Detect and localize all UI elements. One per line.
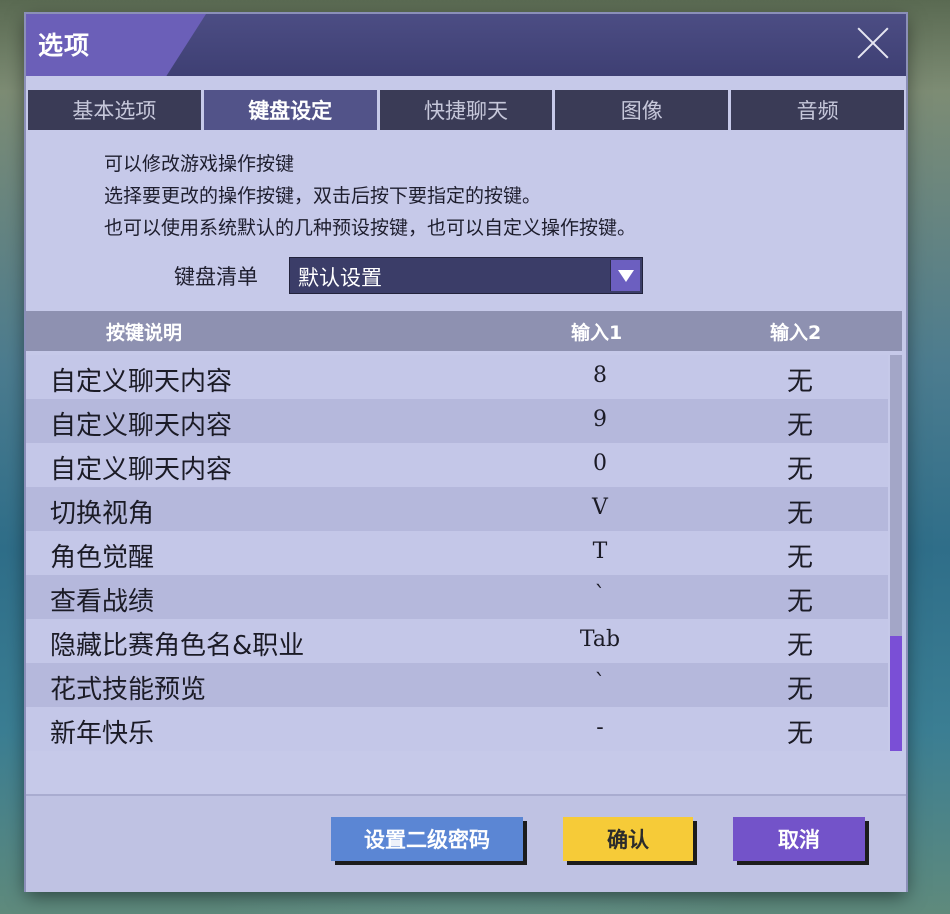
row-action: 切换视角 (50, 499, 155, 529)
row-input2[interactable]: 无 (700, 537, 900, 574)
window-title: 选项 (38, 31, 91, 60)
row-action: 角色觉醒 (50, 543, 155, 573)
row-input1[interactable]: Tab (500, 627, 700, 652)
table-row[interactable]: 切换视角 V 无 (26, 487, 888, 531)
row-input1[interactable]: ` (500, 671, 700, 696)
column-header-input1: 输入1 (571, 322, 623, 344)
column-header-description: 按键说明 (106, 322, 183, 344)
keyboard-list-label: 键盘清单 (174, 265, 258, 289)
table-row[interactable]: 自定义聊天内容 9 无 (26, 399, 888, 443)
row-input2[interactable]: 无 (700, 361, 900, 398)
table-row[interactable]: 自定义聊天内容 0 无 (26, 443, 888, 487)
keyboard-list-select[interactable]: 默认设置 (289, 257, 643, 294)
instruction-line: 可以修改游戏操作按键 (104, 153, 295, 175)
tab-keyboard-settings[interactable]: 键盘设定 (203, 90, 377, 130)
row-action: 新年快乐 (50, 719, 155, 749)
row-action: 自定义聊天内容 (50, 367, 233, 397)
scrollbar-thumb[interactable] (890, 636, 902, 751)
row-input2[interactable]: 无 (700, 493, 900, 530)
cancel-button[interactable]: 取消 (733, 817, 865, 861)
close-icon[interactable] (854, 24, 892, 62)
row-input1[interactable]: 0 (500, 451, 700, 476)
row-action: 自定义聊天内容 (50, 411, 233, 441)
tab-basic-options[interactable]: 基本选项 (28, 90, 201, 130)
options-dialog: 选项 基本选项 键盘设定 快捷聊天 图像 音频 可以修改游戏操作按键 选择要更改… (26, 14, 906, 892)
table-row[interactable]: 角色觉醒 T 无 (26, 531, 888, 575)
row-input1[interactable]: - (500, 715, 700, 740)
row-input1[interactable]: 8 (500, 363, 700, 388)
row-input2[interactable]: 无 (700, 581, 900, 618)
table-header: 按键说明 输入1 输入2 (26, 311, 902, 351)
row-input1[interactable]: ` (500, 583, 700, 608)
table-row[interactable]: 自定义聊天内容 8 无 (26, 355, 888, 399)
table-row[interactable]: 新年快乐 - 无 (26, 707, 888, 751)
row-input2[interactable]: 无 (700, 625, 900, 662)
row-action: 隐藏比赛角色名&职业 (50, 631, 305, 661)
row-input2[interactable]: 无 (700, 669, 900, 706)
row-input2[interactable]: 无 (700, 405, 900, 442)
row-action: 查看战绩 (50, 587, 155, 617)
row-input1[interactable]: T (500, 539, 700, 564)
chevron-down-icon[interactable] (610, 260, 640, 291)
confirm-button[interactable]: 确认 (563, 817, 693, 861)
title-bar: 选项 (26, 14, 906, 76)
table-row[interactable]: 查看战绩 ` 无 (26, 575, 888, 619)
row-input1[interactable]: 9 (500, 407, 700, 432)
tab-graphics[interactable]: 图像 (555, 90, 729, 130)
row-input1[interactable]: V (500, 495, 700, 520)
row-action: 花式技能预览 (50, 675, 207, 705)
row-action: 自定义聊天内容 (50, 455, 233, 485)
row-input2[interactable]: 无 (700, 713, 900, 750)
column-header-input2: 输入2 (770, 322, 822, 344)
keyboard-list-value: 默认设置 (298, 266, 382, 290)
instruction-line: 选择要更改的操作按键，双击后按下要指定的按键。 (104, 185, 542, 207)
table-row[interactable]: 隐藏比赛角色名&职业 Tab 无 (26, 619, 888, 663)
keybind-table: 自定义聊天内容 8 无 自定义聊天内容 9 无 自定义聊天内容 0 无 切换视角… (26, 355, 888, 751)
tab-bar: 基本选项 键盘设定 快捷聊天 图像 音频 (28, 90, 904, 130)
instructions: 可以修改游戏操作按键 选择要更改的操作按键，双击后按下要指定的按键。 也可以使用… (104, 148, 636, 244)
row-input2[interactable]: 无 (700, 449, 900, 486)
table-row[interactable]: 花式技能预览 ` 无 (26, 663, 888, 707)
instruction-line: 也可以使用系统默认的几种预设按键，也可以自定义操作按键。 (104, 217, 637, 239)
tab-quick-chat[interactable]: 快捷聊天 (379, 90, 553, 130)
tab-audio[interactable]: 音频 (731, 90, 904, 130)
set-secondary-password-button[interactable]: 设置二级密码 (331, 817, 523, 861)
